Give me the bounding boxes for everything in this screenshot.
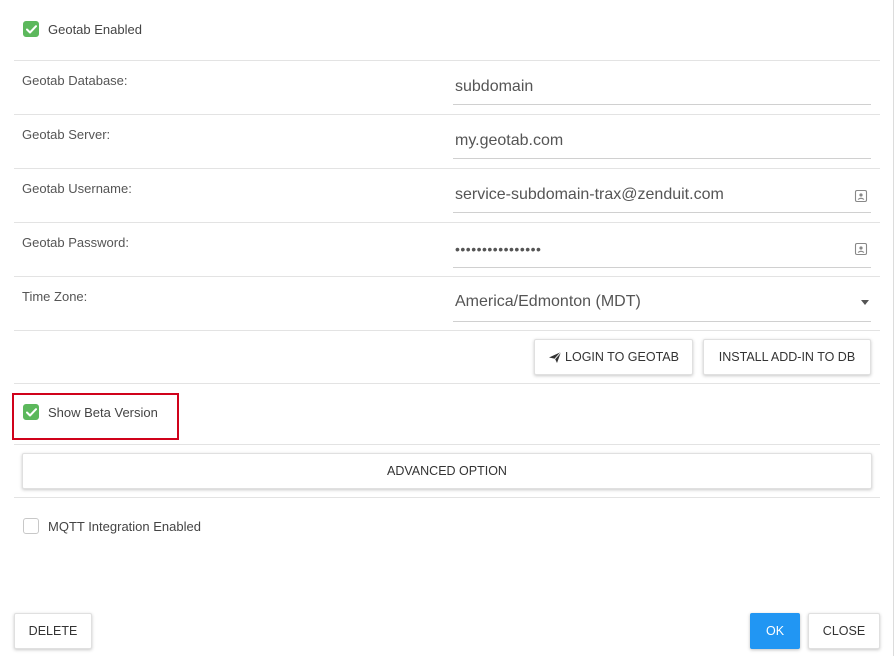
server-input-underline [453, 158, 871, 159]
show-beta-label: Show Beta Version [48, 404, 158, 420]
password-input[interactable]: •••••••••••••••• [455, 241, 541, 257]
show-beta-row[interactable]: Show Beta Version [23, 403, 158, 421]
username-input[interactable]: service-subdomain-trax@zenduit.com [455, 186, 724, 204]
login-to-geotab-button[interactable]: LOGIN TO GEOTAB [534, 339, 693, 375]
divider [14, 60, 880, 61]
geotab-enabled-label: Geotab Enabled [48, 21, 142, 37]
divider [14, 497, 880, 498]
database-input[interactable]: subdomain [455, 78, 533, 96]
contact-card-icon[interactable] [854, 242, 868, 256]
caret-down-icon[interactable] [861, 300, 869, 305]
password-label: Geotab Password: [22, 235, 129, 250]
install-add-in-label: INSTALL ADD-IN TO DB [718, 350, 856, 364]
database-label: Geotab Database: [22, 73, 128, 88]
divider [14, 330, 880, 331]
timezone-label: Time Zone: [22, 289, 88, 304]
geotab-enabled-row[interactable]: Geotab Enabled [23, 20, 142, 38]
checkmark-icon [25, 24, 37, 33]
geotab-enabled-checkbox[interactable] [23, 21, 39, 37]
divider [14, 222, 880, 223]
timezone-select-underline [453, 321, 871, 322]
dialog-edge [893, 0, 894, 656]
show-beta-checkbox[interactable] [23, 404, 39, 420]
server-label: Geotab Server: [22, 127, 111, 142]
database-input-underline [453, 104, 871, 105]
install-add-in-button[interactable]: INSTALL ADD-IN TO DB [703, 339, 871, 375]
mqtt-checkbox[interactable] [23, 518, 39, 534]
close-button[interactable]: CLOSE [808, 613, 880, 649]
ok-button[interactable]: OK [750, 613, 800, 649]
divider [14, 383, 880, 384]
divider [14, 168, 880, 169]
server-input[interactable]: my.geotab.com [455, 132, 563, 150]
paper-plane-icon [548, 351, 562, 364]
timezone-select[interactable]: America/Edmonton (MDT) [455, 293, 641, 311]
mqtt-row[interactable]: MQTT Integration Enabled [23, 517, 201, 535]
advanced-option-button[interactable]: ADVANCED OPTION [22, 453, 872, 489]
divider [14, 444, 880, 445]
divider [14, 276, 880, 277]
contact-card-icon[interactable] [854, 189, 868, 203]
password-input-underline [453, 267, 871, 268]
close-label: CLOSE [822, 624, 866, 638]
divider [14, 114, 880, 115]
mqtt-label: MQTT Integration Enabled [48, 518, 201, 534]
geotab-settings-dialog: Geotab Enabled Geotab Database: subdomai… [0, 0, 896, 656]
login-to-geotab-label: LOGIN TO GEOTAB [565, 350, 679, 364]
delete-button[interactable]: DELETE [14, 613, 92, 649]
advanced-option-label: ADVANCED OPTION [387, 464, 507, 478]
username-input-underline [453, 212, 871, 213]
username-label: Geotab Username: [22, 181, 132, 196]
ok-label: OK [765, 624, 785, 638]
delete-label: DELETE [28, 624, 78, 638]
checkmark-icon [25, 407, 37, 416]
